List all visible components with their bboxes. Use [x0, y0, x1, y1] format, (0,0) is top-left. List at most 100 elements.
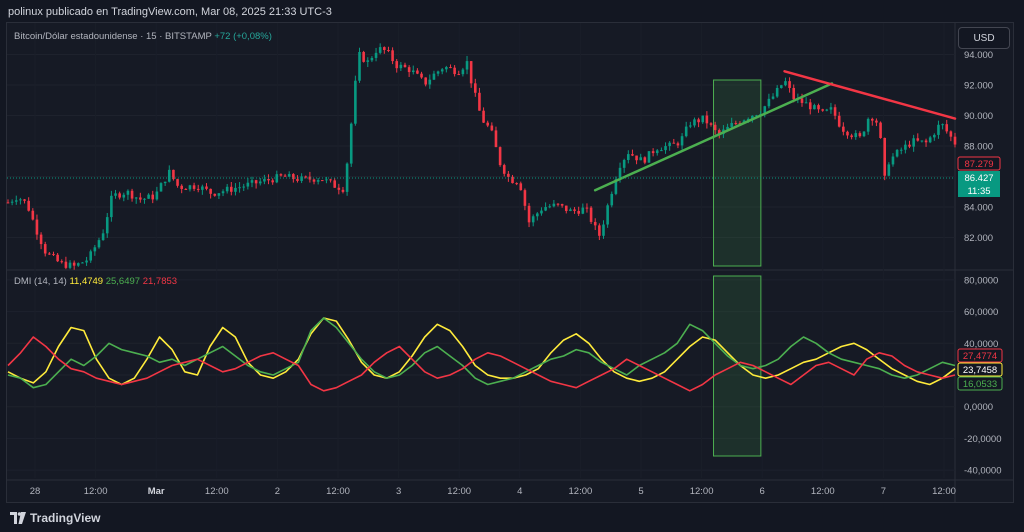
candle-body	[598, 225, 601, 236]
time-tick-label: 5	[638, 486, 643, 497]
candle-body	[548, 206, 552, 208]
candle-body	[378, 47, 382, 53]
candle-body	[593, 221, 597, 226]
candle-body	[81, 262, 84, 264]
candle-body	[10, 201, 14, 203]
candle-body	[668, 142, 671, 147]
candle-body	[56, 254, 59, 262]
candle-body	[399, 64, 403, 69]
candle-body	[829, 107, 833, 110]
candle-body	[68, 262, 72, 268]
price-tick-label: 84.000	[964, 203, 993, 214]
candle-body	[188, 185, 192, 190]
candle-body	[498, 147, 502, 166]
candle-body	[60, 261, 64, 263]
candle-body	[689, 125, 692, 127]
time-tick-label: 12:00	[84, 486, 108, 497]
dmi-legend[interactable]: DMI (14, 14) 11,4749 25,6497 21,7853	[14, 276, 177, 287]
candle-body	[370, 57, 374, 61]
time-tick-label: 6	[760, 486, 765, 497]
candle-body	[858, 133, 862, 137]
candle-body	[374, 52, 378, 58]
candle-body	[800, 98, 804, 103]
candle-body	[457, 74, 461, 76]
candle-body	[258, 181, 262, 184]
time-tick-label: Mar	[148, 486, 165, 497]
candle-body	[655, 150, 659, 154]
candle-body	[163, 181, 167, 184]
price-highlight-zone	[713, 79, 762, 267]
candle-body	[842, 126, 845, 132]
candle-body	[329, 179, 332, 181]
dmi-label-value: 27,4774	[963, 351, 997, 362]
candle-body	[697, 119, 700, 123]
candle-body	[126, 190, 130, 195]
candle-body	[643, 157, 647, 163]
time-tick-label: 4	[517, 486, 522, 497]
candle-body	[941, 124, 944, 126]
candle-body	[354, 80, 357, 124]
candle-body	[238, 187, 241, 189]
candle-body	[627, 154, 630, 160]
candle-body	[813, 105, 816, 110]
time-tick-label: 12:00	[932, 486, 956, 497]
candle-body	[201, 186, 204, 190]
candle-body	[486, 122, 490, 126]
candle-body	[837, 115, 841, 127]
candle-body	[205, 186, 208, 189]
candle-body	[453, 67, 456, 75]
candle-body	[771, 96, 775, 99]
candle-body	[43, 244, 47, 254]
candle-body	[651, 151, 655, 154]
candle-body	[540, 210, 543, 214]
candle-body	[875, 120, 878, 123]
candle-body	[155, 191, 159, 200]
candle-body	[139, 197, 142, 200]
time-tick-label: 2	[275, 486, 280, 497]
candle-body	[209, 188, 212, 194]
candle-body	[473, 83, 477, 93]
candle-body	[271, 180, 274, 183]
candle-body	[469, 61, 473, 84]
candle-body	[105, 217, 109, 234]
candle-body	[110, 195, 113, 218]
dmi-series-di	[7, 336, 956, 392]
chart-canvas[interactable]: 82.00084.00086.00088.00090.00092.00094.0…	[0, 0, 1024, 532]
candle-body	[445, 67, 448, 70]
candle-body	[35, 219, 39, 235]
candle-body	[176, 179, 179, 186]
candle-body	[519, 183, 523, 191]
time-tick-label: 12:00	[447, 486, 471, 497]
candle-body	[631, 154, 634, 156]
candle-body	[870, 118, 874, 121]
symbol-legend[interactable]: Bitcoin/Dólar estadounidense · 15 · BITS…	[14, 31, 272, 42]
candle-body	[436, 71, 440, 74]
candle-body	[734, 123, 738, 125]
candle-body	[606, 205, 609, 225]
candle-body	[387, 49, 390, 51]
candle-body	[490, 125, 494, 131]
candle-body	[217, 193, 221, 196]
candle-body	[622, 159, 626, 168]
candle-body	[928, 137, 932, 143]
candle-body	[267, 178, 270, 181]
candle-body	[134, 197, 138, 199]
candle-body	[196, 188, 200, 190]
candle-body	[159, 183, 163, 192]
candle-body	[602, 224, 605, 236]
candle-body	[254, 180, 258, 184]
footer-brand[interactable]: TradingView	[30, 511, 100, 525]
candle-body	[184, 188, 188, 190]
candle-body	[866, 118, 870, 132]
candle-body	[817, 105, 820, 110]
candle-body	[440, 69, 444, 72]
candle-body	[482, 110, 485, 123]
candle-body	[296, 179, 299, 181]
candle-body	[403, 64, 407, 68]
price-tick-label: 90.000	[964, 111, 993, 122]
currency-button[interactable]: USD	[958, 27, 1010, 49]
candle-body	[341, 189, 345, 192]
candle-body	[515, 183, 518, 185]
candle-body	[531, 216, 535, 223]
candle-body	[899, 149, 903, 151]
